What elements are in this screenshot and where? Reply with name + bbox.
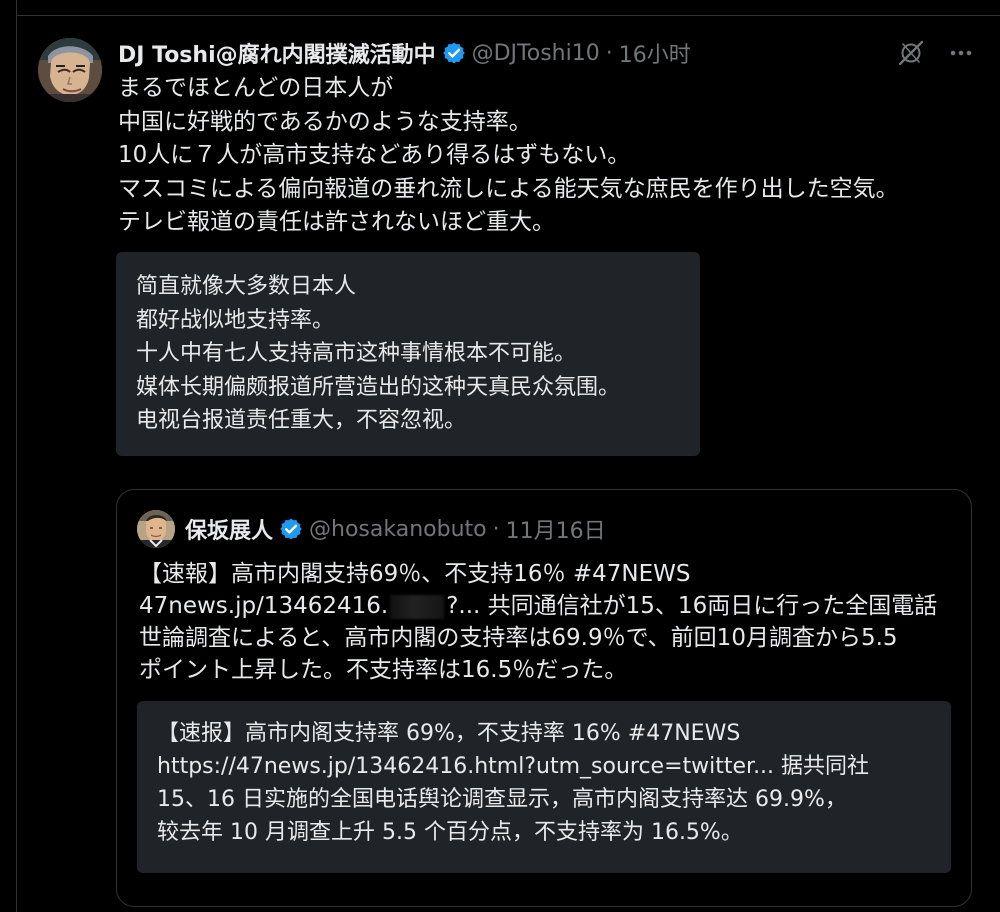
quoted-link-prefix[interactable]: 47news.jp/13462416. [139,593,388,619]
translation-line: 都好战似地支持率。 [136,307,335,333]
more-icon[interactable] [944,36,978,70]
quoted-post-header: 保坂展人 @hosakanobuto · 11月16日 [185,512,606,546]
post-text-line: テレビ報道の責任は許されないほど重大。 [118,209,555,235]
post-actions [894,36,978,70]
quoted-post-time[interactable]: 11月16日 [506,513,606,545]
post-time[interactable]: 16小时 [619,37,691,69]
quoted-verified-badge-icon [279,517,303,541]
post-translation: 简直就像大多数日本人 都好战似地支持率。 十人中有七人支持高市这种事情根本不可能… [116,252,700,456]
previous-post-divider [16,0,1000,16]
header-separator: · [605,40,613,66]
quoted-author-handle[interactable]: @hosakanobuto [309,517,487,542]
quoted-translation-line: https://47news.jp/13462416.html?utm_sour… [157,754,870,779]
translation-line: 简直就像大多数日本人 [136,274,357,299]
author-name[interactable]: DJ Toshi@腐れ内閣撲滅活動中 [118,37,436,69]
quoted-translation-line: 较去年 10 月调查上升 5.5 个百分点，不支持率为 16.5%。 [157,820,743,845]
quoted-translation-line: 15、16 日实施的全国电话舆论调查显示，高市内阁支持率达 69.9%， [157,787,847,812]
quoted-text-line: 世論調査によると、高市内閣の支持率は69.9％で、前回10月調査から5.5 [139,625,898,651]
post-header: DJ Toshi@腐れ内閣撲滅活動中 @DJToshi10 · 16小时 [118,36,691,70]
post-text-line: マスコミによる偏向報道の垂れ流しによる能天気な庶民を作り出した空気。 [118,175,899,202]
quoted-author-name[interactable]: 保坂展人 [185,513,273,545]
post-text-line: まるでほとんどの日本人が [118,75,394,101]
quoted-link-line: 47news.jp/13462416. ?... 共同通信社が15、16両日に行っ… [139,590,954,622]
post-text: まるでほとんどの日本人が 中国に好戦的であるかのような支持率。 10人に７人が高… [118,72,978,240]
translation-line: 十人中有七人支持高市这种事情根本不可能。 [136,341,577,366]
quoted-author-avatar[interactable] [137,510,175,548]
quoted-header-separator: · [492,516,500,542]
quoted-post-translation: 【速报】高市内阁支持率 69%，不支持率 16% #47NEWS https:/… [137,701,951,873]
quoted-translation-line: 【速报】高市内阁支持率 69%，不支持率 16% #47NEWS [157,721,741,746]
quoted-post-text: 【速報】高市内閣支持69％、不支持16％ #47NEWS 47news.jp/1… [139,558,954,686]
redacted-link-segment [390,594,445,619]
timeline-border [16,16,17,912]
quoted-link-suffix: ?... 共同通信社が15、16両日に行った全国電話 [446,593,938,619]
post-text-line: 中国に好戦的であるかのような支持率。 [118,108,532,135]
post-text-line: 10人に７人が高市支持などあり得るはずもない。 [118,142,631,168]
avatar-image [38,38,102,102]
quoted-avatar-image [137,510,175,548]
author-avatar[interactable] [38,38,102,102]
translation-line: 媒体长期偏颇报道所营造出的这种天真民众氛围。 [136,374,621,400]
quoted-post-card[interactable]: 保坂展人 @hosakanobuto · 11月16日 【速報】高市内閣支持69… [116,489,972,907]
translation-line: 电视台报道责任重大，不容忽视。 [136,408,467,433]
quoted-text-line: 【速報】高市内閣支持69％、不支持16％ #47NEWS [139,561,691,587]
author-handle[interactable]: @DJToshi10 [472,41,600,66]
verified-badge-icon [442,41,466,65]
grok-icon[interactable] [894,36,928,70]
quoted-text-line: ポイント上昇した。不支持率は16.5％だった。 [139,657,628,683]
